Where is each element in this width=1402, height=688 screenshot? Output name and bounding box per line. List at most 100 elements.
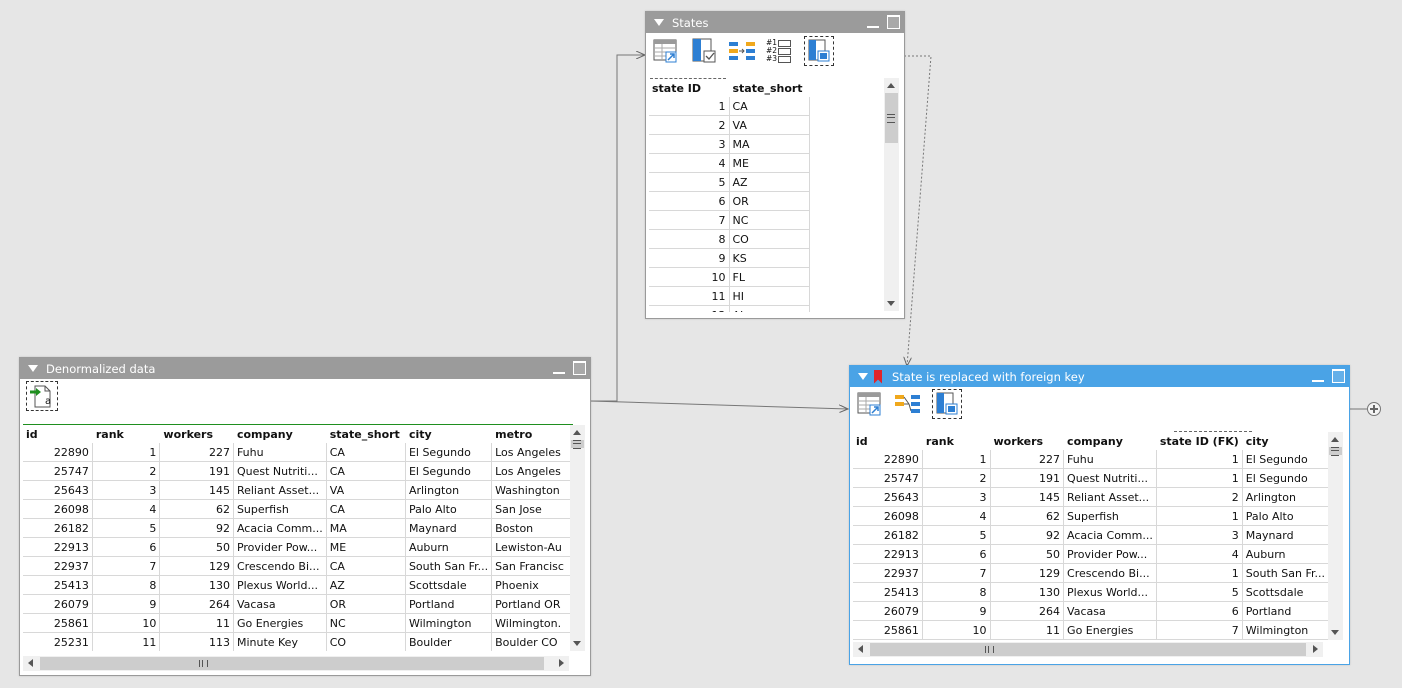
table-cell[interactable]: 5: [1156, 582, 1243, 602]
sort-icon[interactable]: [728, 37, 756, 65]
table-cell[interactable]: 26079: [853, 601, 923, 621]
table-cell[interactable]: 6: [922, 544, 991, 564]
table-cell[interactable]: Acacia Comm...: [1063, 525, 1157, 545]
table-cell[interactable]: 9: [649, 248, 730, 268]
table-cell[interactable]: CO: [729, 229, 810, 249]
column-header[interactable]: id: [853, 432, 923, 450]
table-cell[interactable]: 5: [92, 518, 161, 538]
column-header[interactable]: metro: [491, 425, 571, 443]
table-cell[interactable]: OR: [729, 191, 810, 211]
table-cell[interactable]: OR: [326, 594, 406, 614]
table-cell[interactable]: Phoenix: [491, 575, 571, 595]
table-cell[interactable]: Portland OR: [491, 594, 571, 614]
table-cell[interactable]: 5: [922, 525, 991, 545]
table-row[interactable]: 9 KS: [649, 248, 810, 268]
table-cell[interactable]: 4: [92, 499, 161, 519]
table-cell[interactable]: Portland: [1242, 601, 1329, 621]
table-cell[interactable]: MA: [729, 134, 810, 154]
scroll-right-arrow[interactable]: [559, 659, 564, 667]
table-cell[interactable]: Auburn: [405, 537, 493, 557]
table-cell[interactable]: 4: [922, 506, 991, 526]
collapse-icon[interactable]: [654, 19, 664, 26]
table-cell[interactable]: Boston: [491, 518, 571, 538]
add-node-icon[interactable]: [1367, 402, 1381, 416]
table-cell[interactable]: 264: [159, 594, 234, 614]
table-cell[interactable]: Reliant Asset...: [1063, 487, 1157, 507]
table-cell[interactable]: 22890: [853, 450, 923, 469]
table-row[interactable]: 11 HI: [649, 286, 810, 306]
table-row[interactable]: 2 VA: [649, 115, 810, 135]
table-cell[interactable]: Acacia Comm...: [233, 518, 327, 538]
column-header[interactable]: workers: [990, 432, 1065, 450]
table-cell[interactable]: 130: [159, 575, 234, 595]
table-cell[interactable]: ME: [326, 537, 406, 557]
table-view-icon[interactable]: [652, 37, 680, 65]
table-cell[interactable]: Crescendo Bi...: [233, 556, 327, 576]
table-cell[interactable]: Boulder CO: [491, 632, 571, 651]
table-cell[interactable]: Boulder: [405, 632, 493, 651]
minimize-icon[interactable]: [553, 362, 565, 375]
table-cell[interactable]: Go Energies: [1063, 620, 1157, 640]
table-cell[interactable]: CA: [326, 556, 406, 576]
table-row[interactable]: 25643 3 145 Reliant Asset... VA Arlington Wash…: [23, 480, 571, 500]
table-cell[interactable]: Washington: [491, 480, 571, 500]
table-cell[interactable]: 9: [922, 601, 991, 621]
table-cell[interactable]: 11: [649, 286, 730, 306]
scroll-thumb[interactable]: [870, 643, 1306, 656]
row-numbering-icon[interactable]: #1 #2 #3: [766, 37, 794, 65]
table-row[interactable]: 12AL: [649, 305, 810, 312]
table-cell[interactable]: AZ: [326, 575, 406, 595]
table-cell[interactable]: 145: [159, 480, 234, 500]
table-row[interactable]: 25643 3 145 Reliant Asset... 2 Arlington: [853, 487, 1329, 507]
table-cell[interactable]: 25861: [23, 613, 93, 633]
table-row[interactable]: 26079 9 264 Vacasa OR Portland Portland OR: [23, 594, 571, 614]
table-cell[interactable]: Wilmington: [405, 613, 493, 633]
table-cell[interactable]: Palo Alto: [1242, 506, 1329, 526]
column-header[interactable]: id: [23, 425, 93, 443]
table-row[interactable]: 8 CO: [649, 229, 810, 249]
table-cell[interactable]: 191: [990, 468, 1065, 488]
denormalized-panel[interactable]: Denormalized data a id rank workers company…: [19, 357, 591, 676]
table-row[interactable]: 4 ME: [649, 153, 810, 173]
table-cell[interactable]: AZ: [729, 172, 810, 192]
table-cell[interactable]: 92: [990, 525, 1065, 545]
table-cell[interactable]: Plexus World...: [233, 575, 327, 595]
table-cell[interactable]: 2: [92, 461, 161, 481]
table-cell[interactable]: 22937: [23, 556, 93, 576]
table-cell[interactable]: 2: [922, 468, 991, 488]
states-grid[interactable]: state ID state_short 1 CA 2 VA 3 MA 4 ME 5 AZ 6 OR 7 N…: [649, 79, 885, 312]
table-cell[interactable]: 10: [922, 620, 991, 640]
table-cell[interactable]: HI: [729, 286, 810, 306]
denormalized-horizontal-scrollbar[interactable]: [23, 656, 569, 671]
denormalized-panel-header[interactable]: Denormalized data: [20, 358, 590, 379]
table-cell[interactable]: 8: [92, 575, 161, 595]
table-cell[interactable]: Provider Pow...: [1063, 544, 1157, 564]
table-cell[interactable]: Superfish: [233, 499, 327, 519]
table-cell[interactable]: 7: [92, 556, 161, 576]
table-cell[interactable]: 129: [159, 556, 234, 576]
table-cell[interactable]: Portland: [405, 594, 493, 614]
table-cell[interactable]: 4: [649, 153, 730, 173]
table-cell[interactable]: 3: [1156, 525, 1243, 545]
denormalized-vertical-scrollbar[interactable]: [570, 425, 585, 651]
table-cell[interactable]: ME: [729, 153, 810, 173]
table-cell[interactable]: Wilmington.: [491, 613, 571, 633]
table-cell[interactable]: 1: [922, 450, 991, 469]
states-panel[interactable]: States #1 #2 #3 state ID state_short 1 C…: [645, 11, 905, 319]
column-header[interactable]: rank: [922, 432, 991, 450]
scroll-down-arrow[interactable]: [1331, 630, 1339, 635]
foreign-key-panel[interactable]: State is replaced with foreign key id ra…: [849, 365, 1350, 665]
scroll-left-arrow[interactable]: [858, 645, 863, 653]
table-cell[interactable]: 227: [159, 443, 234, 462]
table-cell[interactable]: El Segundo: [405, 461, 493, 481]
table-cell[interactable]: Fuhu: [233, 443, 327, 462]
table-cell[interactable]: 11: [990, 620, 1065, 640]
table-cell[interactable]: 227: [990, 450, 1065, 469]
column-header[interactable]: state_short: [729, 79, 810, 97]
table-cell[interactable]: 25643: [23, 480, 93, 500]
table-cell[interactable]: Scottsdale: [1242, 582, 1329, 602]
table-row[interactable]: 6 OR: [649, 191, 810, 211]
table-cell[interactable]: 5: [649, 172, 730, 192]
table-cell[interactable]: 22890: [23, 443, 93, 462]
table-cell[interactable]: Fuhu: [1063, 450, 1157, 469]
